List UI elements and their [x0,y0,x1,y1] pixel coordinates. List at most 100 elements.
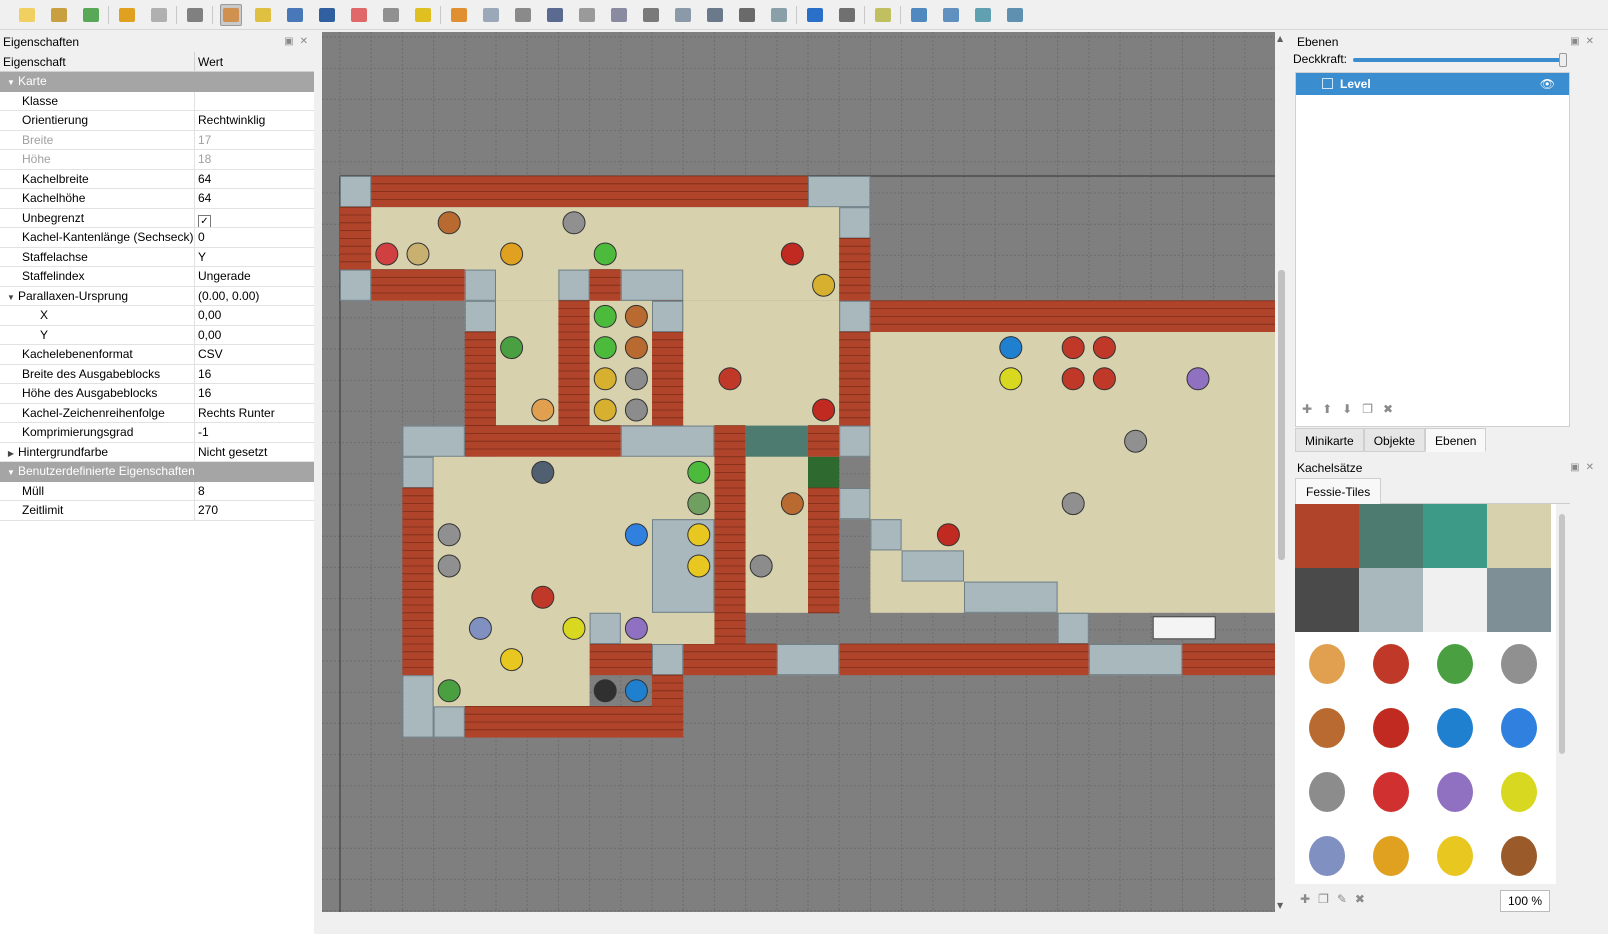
spike-ball-icon[interactable] [1487,632,1551,696]
collapse-arrow-icon[interactable]: ▼ [4,463,18,482]
spray-can-icon[interactable] [1423,760,1487,824]
property-value[interactable]: Rechts Runter [195,404,322,423]
property-value[interactable]: -1 [195,423,322,442]
property-value[interactable]: 0 [195,228,322,247]
property-value[interactable]: 17 [195,131,322,150]
column-header-key[interactable]: Eigenschaft [0,52,195,71]
brick-tile-icon[interactable] [1295,504,1359,568]
spark-icon[interactable] [1423,696,1487,760]
random-mode-icon[interactable] [836,4,858,26]
insert-point-icon[interactable] [576,4,598,26]
property-row[interactable]: Höhe 18 [0,150,322,170]
insert-ellipse-icon[interactable] [608,4,630,26]
new-tileset-icon[interactable]: ✚ [1300,892,1318,906]
property-value[interactable]: 64 [195,170,322,189]
dock-buttons[interactable]: ▣✕ [284,32,314,52]
property-value[interactable]: ✓ [195,209,322,227]
dock-buttons[interactable]: ▣✕ [1570,458,1600,478]
property-value[interactable]: 16 [195,384,322,403]
commands-icon[interactable] [184,4,206,26]
banana-icon[interactable] [1423,824,1487,884]
property-value[interactable]: Rechtwinklig [195,111,322,130]
delete-layer-icon[interactable]: ✖ [1383,402,1393,418]
shape-fill-icon[interactable] [316,4,338,26]
property-value[interactable]: (0.00, 0.00) [195,287,322,306]
property-value[interactable]: CSV [195,345,322,364]
column-header-value[interactable]: Wert [195,52,223,71]
red-monster-icon[interactable] [1359,632,1423,696]
opacity-slider-handle[interactable] [1559,53,1567,67]
magic-wand-icon[interactable] [412,4,434,26]
property-row[interactable]: Kachelhöhe 64 [0,189,322,209]
dock-buttons[interactable]: ▣✕ [1570,32,1600,52]
lower-layer-icon[interactable]: ⬇ [1342,402,1352,418]
world-tool-icon[interactable] [804,4,826,26]
property-row[interactable]: ▼ Benutzerdefinierte Eigenschaften [0,462,322,482]
property-row[interactable]: Breite 17 [0,130,322,150]
collapse-arrow-icon[interactable]: ▼ [4,288,18,306]
new-file-icon[interactable] [16,4,38,26]
insert-template-icon[interactable] [704,4,726,26]
sand-tile-icon[interactable] [1487,504,1551,568]
eraser-icon[interactable] [348,4,370,26]
horizontal-scrollbar[interactable] [322,912,1275,934]
property-row[interactable]: Kachelebenenformat CSV [0,345,322,365]
flip-vertical-icon[interactable] [940,4,962,26]
flip-horizontal-icon[interactable] [908,4,930,26]
duplicate-layer-icon[interactable]: ❐ [1362,402,1373,418]
green-monster-icon[interactable] [1423,632,1487,696]
rect-select-icon[interactable] [380,4,402,26]
water-tile-icon[interactable] [1423,504,1487,568]
property-value[interactable]: 8 [195,482,322,501]
property-row[interactable]: Unbegrenzt ✓ [0,208,322,228]
property-row[interactable]: Klasse [0,91,322,111]
select-objects-icon[interactable] [480,4,502,26]
visibility-eye-icon[interactable]: 👁 [1540,73,1555,95]
delete-tileset-icon[interactable]: ✖ [1355,892,1373,906]
property-row[interactable]: X 0,00 [0,306,322,326]
paint-can-icon[interactable] [1359,760,1423,824]
tileset-view[interactable] [1295,504,1562,884]
open-file-icon[interactable] [48,4,70,26]
stone-tile-icon[interactable] [1359,504,1423,568]
tileset-scroll-thumb[interactable] [1559,514,1565,754]
property-value[interactable]: Y [195,248,322,267]
tileset-tab-fessie[interactable]: Fessie-Tiles [1295,478,1382,504]
insert-tile-icon[interactable] [672,4,694,26]
property-row[interactable]: Komprimierungsgrad -1 [0,423,322,443]
tab-objects[interactable]: Objekte [1363,428,1426,452]
bucket-fill-icon[interactable] [284,4,306,26]
grate-tile-icon[interactable] [1295,568,1359,632]
layer-row-level[interactable]: Level 👁 [1296,73,1569,95]
insert-rectangle-icon[interactable] [544,4,566,26]
edit-polygons-icon[interactable] [512,4,534,26]
apple-core-icon[interactable] [1359,824,1423,884]
property-value[interactable]: 16 [195,365,322,384]
zoom-field[interactable]: 100 % [1500,890,1550,912]
redo-icon[interactable] [148,4,170,26]
property-row[interactable]: Höhe des Ausgabeblocks 16 [0,384,322,404]
fessie-icon[interactable] [1295,632,1359,696]
undo-icon[interactable] [116,4,138,26]
wang-fill-icon[interactable] [872,4,894,26]
stamp-brush-icon[interactable] [220,4,242,26]
expand-arrow-icon[interactable]: ▶ [4,444,18,462]
property-row[interactable]: Müll 8 [0,481,322,501]
rotate-right-icon[interactable] [1004,4,1026,26]
property-row[interactable]: Staffelindex Ungerade [0,267,322,287]
property-row[interactable]: Kachelbreite 64 [0,169,322,189]
insert-polygon-icon[interactable] [640,4,662,26]
property-value[interactable]: Ungerade [195,267,322,286]
insert-text-icon[interactable] [736,4,758,26]
star-orb-icon[interactable] [1487,696,1551,760]
property-row[interactable]: Staffelachse Y [0,247,322,267]
layer-offset-icon[interactable] [768,4,790,26]
map-view[interactable] [322,32,1275,912]
property-value[interactable]: 18 [195,150,322,169]
property-value[interactable]: 0,00 [195,306,322,325]
raise-layer-icon[interactable]: ⬆ [1322,402,1332,418]
panel-splitter[interactable] [314,32,322,934]
barrel-icon[interactable] [1487,760,1551,824]
collapse-arrow-icon[interactable]: ▼ [4,73,18,92]
select-same-tile-icon[interactable] [448,4,470,26]
